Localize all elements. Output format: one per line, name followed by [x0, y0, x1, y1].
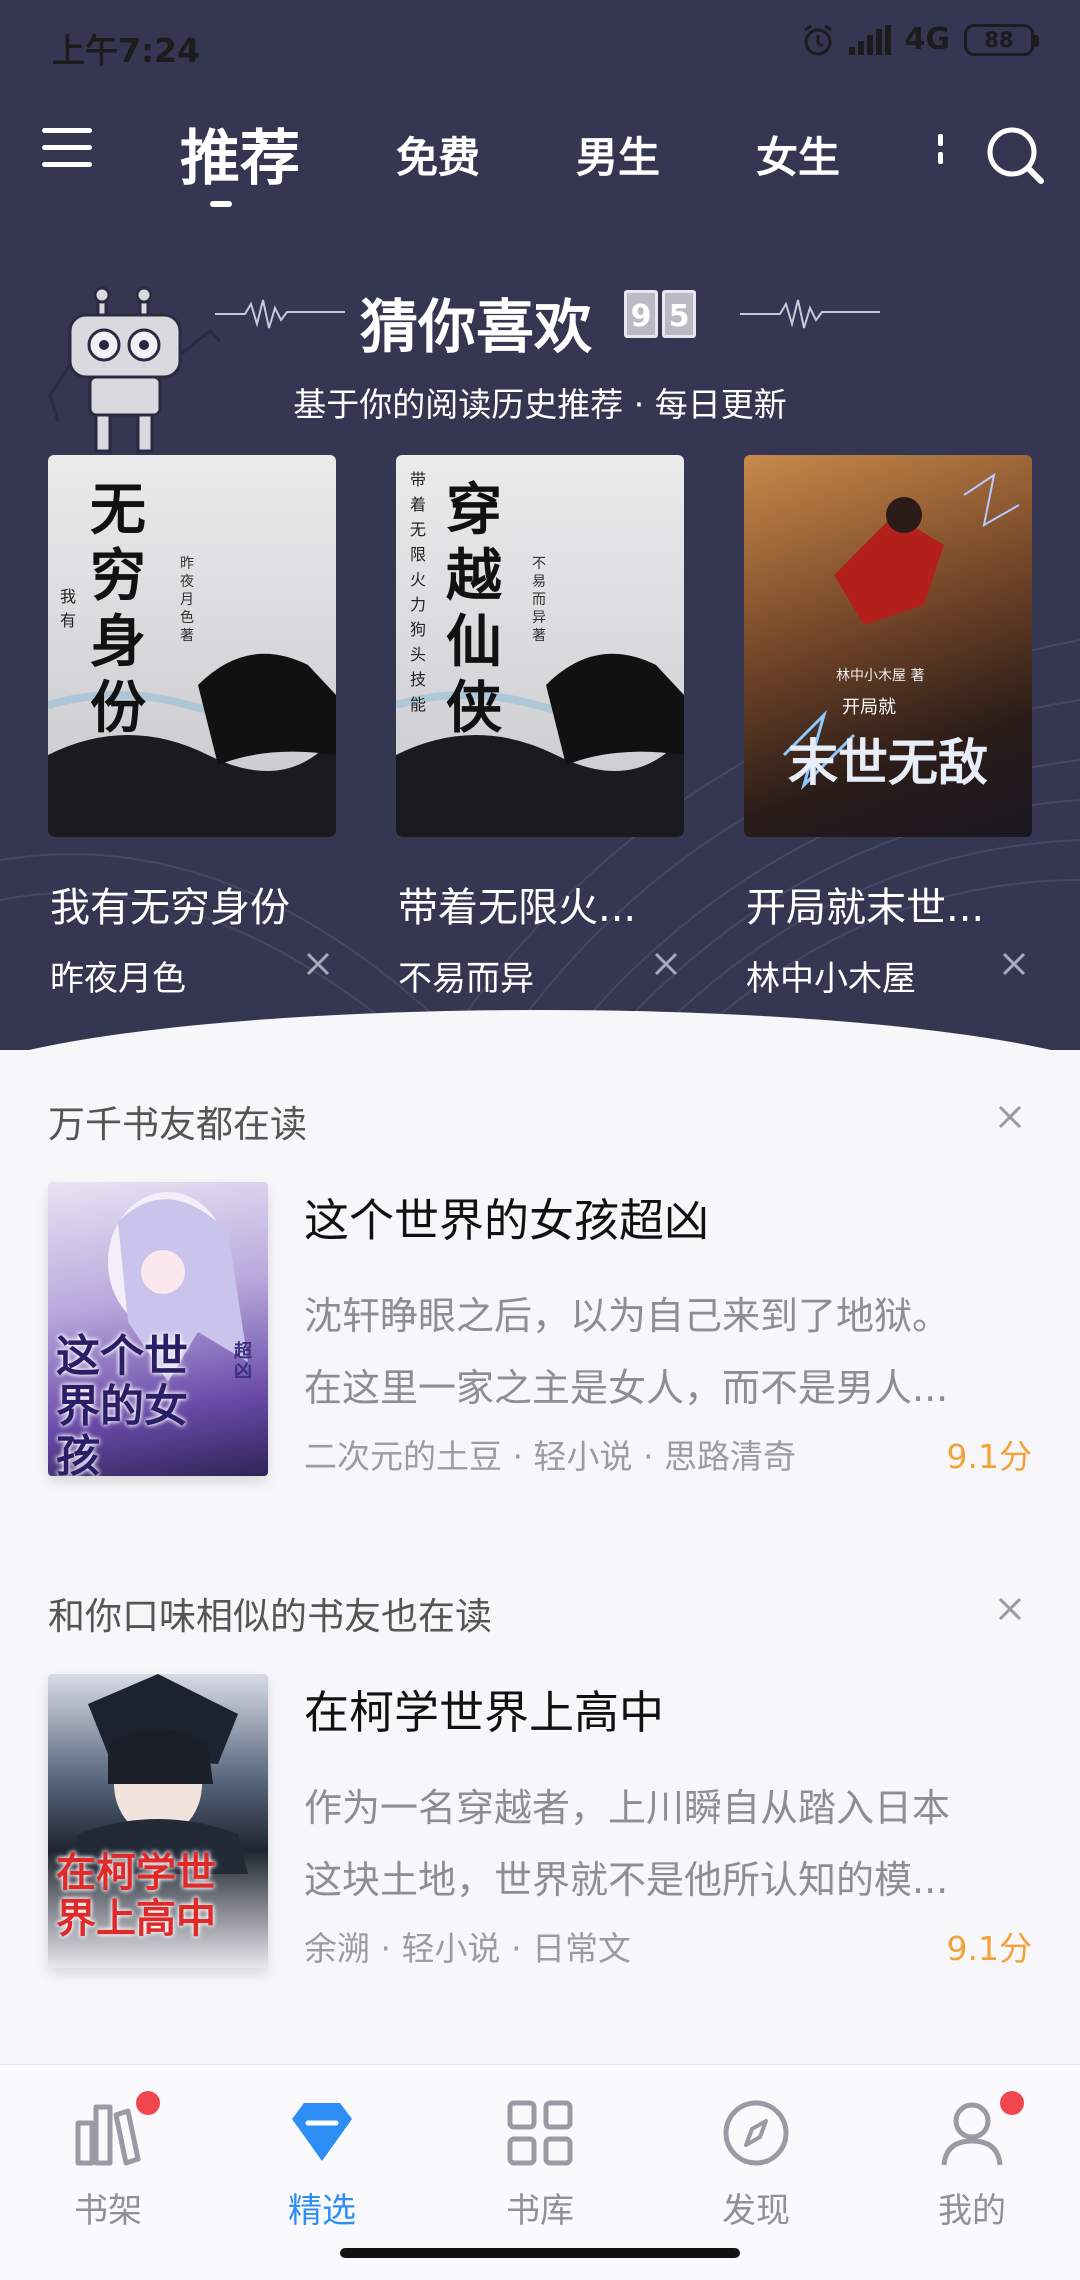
tab-profile[interactable]: 我的 — [892, 2091, 1052, 2232]
battery-level: 88 — [984, 27, 1014, 52]
book-cover[interactable]: 无穷身份 我有 昨夜月色 著 — [48, 455, 336, 837]
status-time: 上午7:24 — [52, 31, 201, 70]
cover-title: 无穷身份 — [90, 477, 146, 741]
book-score: 9.1分 — [946, 1437, 1032, 1476]
grid-icon — [507, 2100, 573, 2166]
close-icon[interactable] — [651, 949, 681, 979]
robot-mascot-icon — [48, 286, 222, 453]
date-badge: 9 5 — [624, 290, 696, 338]
section-heading: 万千书友都在读 — [48, 1103, 307, 1146]
close-icon[interactable] — [995, 1594, 1025, 1624]
rec-book-title[interactable]: 开局就末世... — [746, 875, 1046, 933]
cover-side-text: 我有 — [60, 587, 77, 630]
tab-free[interactable]: 免费 — [396, 124, 480, 185]
search-icon[interactable] — [984, 124, 1046, 186]
book-description: 作为一名穿越者，上川瞬自从踏入日本 这块土地，世界就不是他所认知的模... — [304, 1772, 1034, 1916]
book-list-item[interactable]: 在柯学世界上高中 在柯学世界上高中 作为一名穿越者，上川瞬自从踏入日本 这块土地… — [48, 1674, 1032, 1974]
cover-side-text: 开局就 — [842, 697, 896, 718]
book-description-line: 沈轩睁眼之后，以为自己来到了地狱。 — [304, 1294, 951, 1338]
diamond-icon — [292, 2103, 352, 2161]
cover-title: 这个世界的女孩 — [56, 1331, 188, 1477]
cover-tag: 超凶 — [234, 1341, 252, 1382]
date-digit: 9 — [624, 290, 658, 338]
tab-label: 书库 — [506, 2191, 574, 2231]
tab-label: 精选 — [288, 2191, 356, 2231]
cover-author: 不易而异 著 — [532, 556, 546, 644]
rec-book-card[interactable]: 末世无敌 开局就 林中小木屋 著 开局就末世... 林中小木屋 — [744, 455, 1032, 999]
book-cover[interactable]: 穿越仙侠 带着无限火力狗头技能 不易而异 著 — [396, 455, 684, 837]
top-nav: 推荐 免费 男生 女生 — [0, 110, 1080, 207]
book-title[interactable]: 在柯学世界上高中 — [304, 1676, 664, 1741]
battery-icon: 88 — [964, 23, 1039, 56]
section-heading: 和你口味相似的书友也在读 — [48, 1595, 492, 1638]
alarm-icon — [803, 24, 832, 55]
tab-female[interactable]: 女生 — [756, 124, 840, 185]
rec-book-title[interactable]: 我有无穷身份 — [50, 875, 350, 933]
book-cover[interactable]: 在柯学世界上高中 — [48, 1674, 268, 1968]
sound-wave-icon — [215, 299, 345, 329]
signal-icon — [848, 24, 891, 55]
tab-label: 书架 — [74, 2191, 142, 2231]
rec-book-author: 昨夜月色 — [50, 959, 186, 999]
home-indicator[interactable] — [340, 2248, 740, 2258]
book-description: 沈轩睁眼之后，以为自己来到了地狱。 在这里一家之主是女人，而不是男人... — [304, 1280, 1034, 1424]
compass-icon — [723, 2100, 789, 2166]
cover-title: 在柯学世界上高中 — [56, 1849, 216, 1942]
book-description-line: 在这里一家之主是女人，而不是男人... — [304, 1366, 949, 1410]
tab-male[interactable]: 男生 — [576, 124, 660, 185]
book-description-line: 作为一名穿越者，上川瞬自从踏入日本 — [304, 1786, 951, 1830]
network-type: 4G — [904, 22, 951, 57]
book-title[interactable]: 这个世界的女孩超凶 — [304, 1184, 709, 1249]
rec-book-card[interactable]: 穿越仙侠 带着无限火力狗头技能 不易而异 著 带着无限火... 不易而异 — [396, 455, 684, 999]
cover-author: 昨夜月色 著 — [180, 556, 194, 644]
tab-discover[interactable]: 发现 — [676, 2093, 836, 2232]
notification-badge — [1000, 2091, 1024, 2115]
book-meta: 余溯 · 轻小说 · 日常文 — [304, 1929, 631, 1968]
sound-wave-icon — [740, 299, 880, 329]
more-tabs-icon[interactable] — [938, 134, 946, 176]
guess-subtitle: 基于你的阅读历史推荐 · 每日更新 — [293, 385, 787, 424]
cover-title: 末世无敌 — [788, 733, 988, 792]
book-cover[interactable]: 这个世界的女孩 超凶 — [48, 1182, 268, 1476]
guess-title: 猜你喜欢 — [360, 293, 593, 361]
tab-label: 发现 — [722, 2191, 790, 2231]
tab-recommend[interactable]: 推荐 — [180, 110, 300, 207]
cover-title: 穿越仙侠 — [446, 477, 502, 741]
rec-book-author: 林中小木屋 — [746, 959, 916, 999]
close-icon[interactable] — [995, 1102, 1025, 1132]
cover-author: 林中小木屋 著 — [836, 668, 925, 684]
book-score: 9.1分 — [946, 1929, 1032, 1968]
rec-book-card[interactable]: 无穷身份 我有 昨夜月色 著 我有无穷身份 昨夜月色 — [48, 455, 336, 999]
recommend-hero: 上午7:24 4G 88 推荐 免费 男生 女生 猜你喜欢 9 5 基于你的阅读… — [0, 0, 1080, 1050]
tab-library[interactable]: 书库 — [460, 2093, 620, 2232]
date-digit: 5 — [662, 290, 696, 338]
close-icon[interactable] — [999, 949, 1029, 979]
status-icons: 4G 88 — [801, 22, 1039, 57]
rec-book-title[interactable]: 带着无限火... — [398, 875, 698, 933]
cover-side-text: 带着无限火力狗头技能 — [410, 470, 427, 714]
menu-icon[interactable] — [42, 128, 92, 178]
status-bar: 上午7:24 4G 88 — [0, 0, 1080, 90]
book-list-item[interactable]: 这个世界的女孩 超凶 这个世界的女孩超凶 沈轩睁眼之后，以为自己来到了地狱。 在… — [48, 1182, 1032, 1482]
close-icon[interactable] — [303, 949, 333, 979]
tab-featured[interactable]: 精选 — [242, 2093, 402, 2232]
tab-label: 我的 — [938, 2191, 1006, 2231]
notification-badge — [136, 2091, 160, 2115]
book-description-line: 这块土地，世界就不是他所认知的模... — [304, 1858, 949, 1902]
book-meta: 二次元的土豆 · 轻小说 · 思路清奇 — [304, 1437, 796, 1476]
rec-book-author: 不易而异 — [398, 959, 534, 999]
tab-bookshelf[interactable]: 书架 — [28, 2091, 188, 2232]
book-cover[interactable]: 末世无敌 开局就 林中小木屋 著 — [744, 455, 1032, 837]
